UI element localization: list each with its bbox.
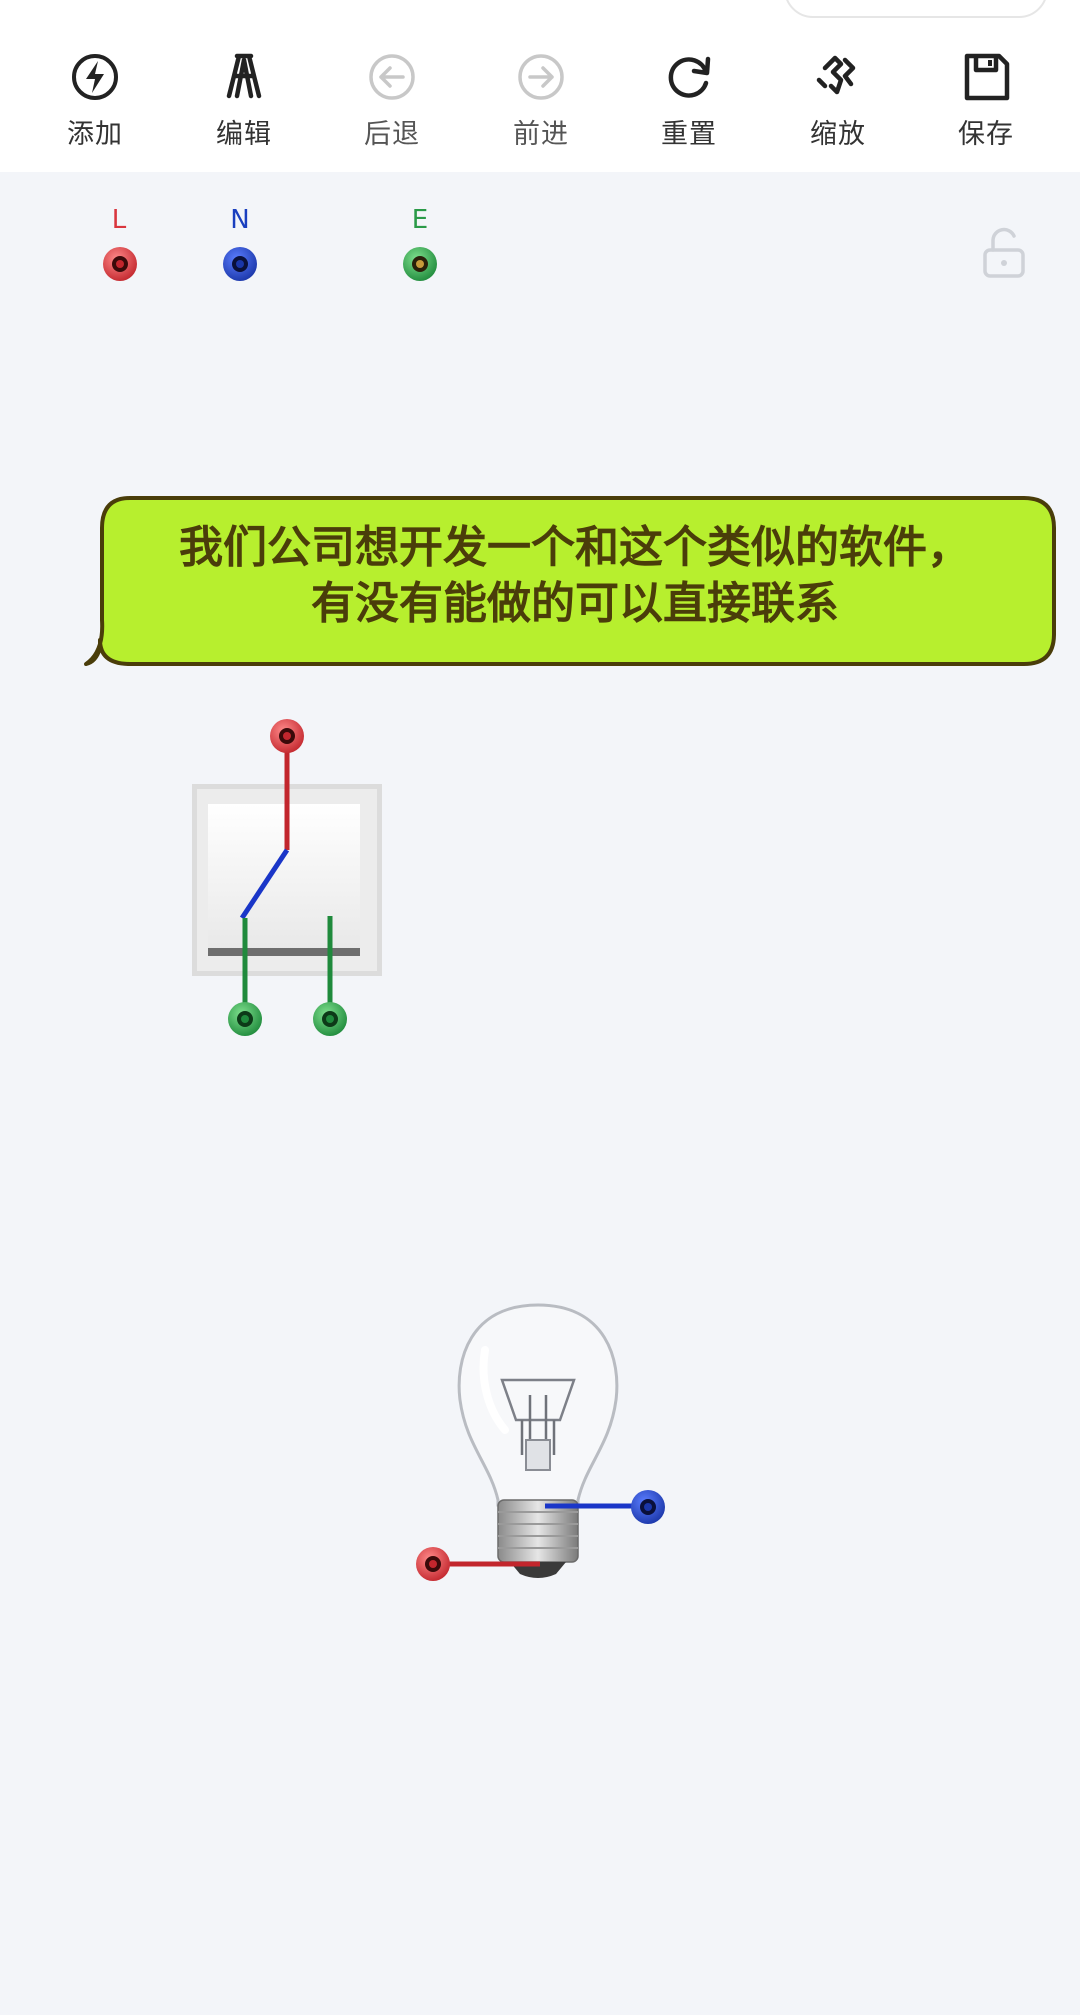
terminal-e[interactable]	[403, 247, 437, 281]
bulb-terminal-neutral[interactable]	[631, 1490, 665, 1524]
switch[interactable]	[192, 737, 382, 1018]
switch-terminal-left[interactable]	[228, 1002, 262, 1036]
terminal-n[interactable]	[223, 247, 257, 281]
caption-line-1: 我们公司想开发一个和这个类似的软件，	[179, 522, 971, 573]
bulb-terminal-live[interactable]	[416, 1547, 450, 1581]
caption-text: 我们公司想开发一个和这个类似的软件， 有没有能做的可以直接联系	[110, 520, 1040, 632]
light-bulb[interactable]	[433, 1303, 645, 1578]
caption-line-2: 有没有能做的可以直接联系	[311, 578, 839, 629]
switch-terminal-top[interactable]	[270, 719, 304, 753]
unlock-icon[interactable]	[983, 227, 1025, 278]
circuit-layer	[84, 227, 1056, 1581]
switch-terminal-right[interactable]	[313, 1002, 347, 1036]
terminal-l[interactable]	[103, 247, 137, 281]
